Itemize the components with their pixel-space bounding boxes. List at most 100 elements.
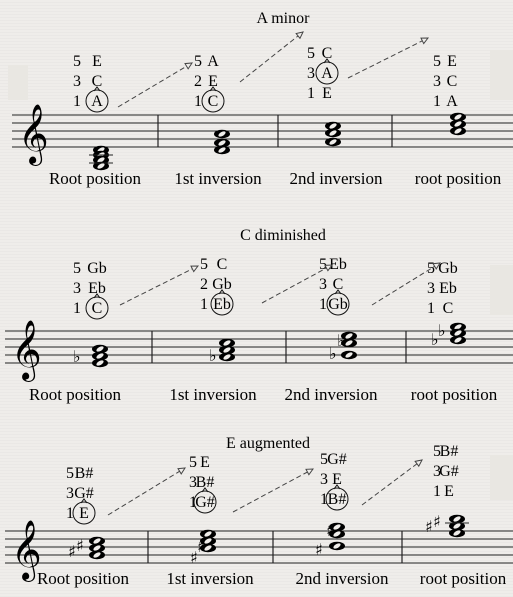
flat-icon: ♭ — [431, 330, 439, 349]
interval-number: 1 — [427, 300, 435, 317]
note-name: A — [91, 93, 103, 110]
sharp-icon: ♯ — [425, 517, 433, 536]
note-name: E — [200, 454, 210, 471]
dashed-arrow — [347, 37, 430, 79]
chord-section: E augmented𝄞531B#G#ERoot position♯ ♯531EB… — [5, 435, 513, 588]
arrow-line — [107, 467, 186, 516]
interval-number: 5 — [189, 454, 197, 471]
arrowhead-icon — [305, 468, 315, 476]
interval-number: 5 — [427, 260, 435, 277]
arrow-line — [232, 468, 314, 513]
background-panel — [490, 455, 513, 500]
position-label: 1st inversion — [174, 169, 262, 188]
interval-number: 5 — [433, 53, 441, 70]
note-name: G# — [195, 494, 215, 511]
note-name: C — [92, 300, 103, 317]
position-label: Root position — [49, 169, 142, 188]
note-name: A — [321, 65, 333, 82]
dashed-arrow — [117, 62, 193, 108]
chord-position: 5 3 1 ECAroot position — [415, 53, 502, 188]
interval-number: 2 — [194, 73, 202, 90]
note-name: C — [208, 93, 219, 110]
sharp-icon: ♯ — [197, 537, 205, 556]
interval-number: 1 — [73, 93, 81, 110]
sharp-icon: ♯ — [326, 521, 334, 540]
arrowhead-icon — [420, 37, 430, 45]
arrow-line — [119, 265, 199, 306]
dashed-arrow — [107, 467, 186, 516]
interval-number: 3 — [433, 73, 441, 90]
interval-number: 5 — [73, 53, 81, 70]
interval-number: 5 — [194, 53, 202, 70]
arrow-line — [239, 31, 304, 83]
note-name: C — [447, 73, 458, 90]
note-name: E — [444, 483, 454, 500]
interval-number: 1 — [194, 93, 202, 110]
chord-position: 531EB#G#1st inversion♯♯ — [166, 454, 254, 588]
interval-number: 1 — [73, 300, 81, 317]
chord-position: 531GbEbCRoot position♭ — [29, 260, 122, 404]
flat-icon: ♭ — [438, 321, 446, 340]
chord-section: A minor𝄞531ECARoot position521AEC1st inv… — [12, 10, 513, 188]
position-label: Root position — [29, 385, 122, 404]
note-name: E — [79, 505, 89, 522]
position-label: root position — [415, 169, 502, 188]
flat-icon: ♭ — [329, 344, 337, 363]
note-name: Eb — [329, 256, 347, 273]
interval-number: 5 — [307, 45, 315, 62]
interval-number: 1 — [307, 85, 315, 102]
note-name: B# — [75, 465, 94, 482]
chord-inversion-diagram: A minor𝄞531ECARoot position521AEC1st inv… — [5, 10, 513, 588]
position-label: root position — [420, 569, 507, 588]
flat-icon: ♭ — [337, 331, 345, 350]
chord-position: 521AEC1st inversion — [174, 53, 262, 188]
position-label: 1st inversion — [169, 385, 257, 404]
interval-number: 3 — [73, 73, 81, 90]
arrowhead-icon — [184, 62, 193, 70]
staff: 𝄞 — [12, 104, 513, 166]
position-label: Root position — [37, 569, 130, 588]
treble-clef-icon: 𝄞 — [11, 320, 42, 382]
section-title: C diminished — [240, 227, 326, 244]
note-name: B# — [328, 491, 347, 508]
note-name: Eb — [439, 280, 457, 297]
sharp-icon: ♯ — [76, 536, 84, 555]
note-name: Gb — [328, 296, 348, 313]
position-label: 2nd inversion — [289, 169, 383, 188]
dashed-arrow — [119, 265, 200, 306]
note-name: E — [322, 85, 332, 102]
dashed-arrow — [239, 31, 304, 83]
sharp-icon: ♯ — [315, 540, 323, 559]
chord-position: 5 3 1 Gb Eb Croot position ♭♭ — [411, 260, 498, 404]
interval-number: 5 — [73, 260, 81, 277]
arrow-line — [117, 62, 193, 108]
chord-position: 531B#G#ERoot position♯ ♯ — [37, 465, 130, 588]
note-name: B# — [440, 443, 459, 460]
note-name: G# — [439, 463, 459, 480]
section-title: A minor — [257, 10, 311, 27]
interval-number: 3 — [66, 485, 74, 502]
background-panel — [8, 65, 28, 100]
sharp-icon: ♯ — [433, 512, 441, 531]
dashed-arrow — [361, 459, 423, 506]
interval-number: 5 — [319, 256, 327, 273]
background-panel — [490, 265, 513, 315]
interval-number: 3 — [73, 280, 81, 297]
note-name: A — [207, 53, 219, 70]
flat-icon: ♭ — [209, 346, 217, 365]
interval-number: 1 — [433, 93, 441, 110]
arrow-line — [347, 37, 429, 79]
position-label: 2nd inversion — [295, 569, 389, 588]
position-label: 1st inversion — [166, 569, 254, 588]
interval-number: 5 — [66, 465, 74, 482]
position-label: 2nd inversion — [284, 385, 378, 404]
interval-number: 3 — [319, 276, 327, 293]
interval-number: 1 — [433, 483, 441, 500]
note-name: E — [447, 53, 457, 70]
interval-number: 3 — [307, 65, 315, 82]
sharp-icon: ♯ — [68, 542, 76, 561]
chord-position: 531ECARoot position — [49, 53, 142, 188]
interval-number: 3 — [427, 280, 435, 297]
note-name: E — [92, 53, 102, 70]
interval-number: 5 — [200, 256, 208, 273]
